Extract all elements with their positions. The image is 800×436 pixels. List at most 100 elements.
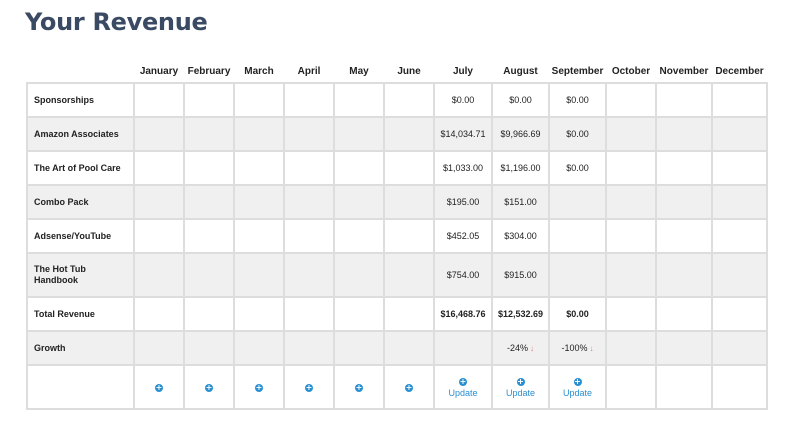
revenue-cell[interactable] <box>548 252 607 298</box>
revenue-cell[interactable] <box>233 184 285 220</box>
revenue-cell[interactable] <box>605 82 657 118</box>
revenue-cell[interactable] <box>605 296 657 332</box>
revenue-cell[interactable] <box>133 150 185 186</box>
revenue-cell[interactable]: $1,033.00 <box>433 150 493 186</box>
revenue-cell[interactable] <box>711 218 768 254</box>
revenue-cell[interactable] <box>605 330 657 366</box>
revenue-cell[interactable] <box>283 330 335 366</box>
revenue-cell[interactable] <box>333 184 385 220</box>
revenue-cell[interactable] <box>233 296 285 332</box>
revenue-cell[interactable] <box>133 218 185 254</box>
update-button[interactable]: + Update <box>439 376 487 399</box>
revenue-cell[interactable]: $1,196.00 <box>491 150 550 186</box>
revenue-cell[interactable] <box>133 296 185 332</box>
revenue-cell[interactable] <box>283 296 335 332</box>
revenue-cell[interactable] <box>383 252 435 298</box>
revenue-cell[interactable] <box>283 82 335 118</box>
revenue-cell[interactable] <box>655 252 713 298</box>
revenue-cell[interactable] <box>711 330 768 366</box>
revenue-cell[interactable] <box>605 116 657 152</box>
revenue-cell[interactable] <box>183 218 235 254</box>
add-entry-button[interactable]: + <box>205 382 213 392</box>
revenue-cell[interactable]: -100% ↓ <box>548 330 607 366</box>
revenue-cell[interactable] <box>711 296 768 332</box>
add-entry-button[interactable]: + <box>255 382 263 392</box>
revenue-cell[interactable]: $0.00 <box>491 82 550 118</box>
revenue-cell[interactable]: $452.05 <box>433 218 493 254</box>
revenue-cell[interactable] <box>548 218 607 254</box>
revenue-cell[interactable] <box>333 330 385 366</box>
revenue-cell[interactable] <box>233 252 285 298</box>
revenue-cell[interactable] <box>711 184 768 220</box>
revenue-cell[interactable] <box>655 218 713 254</box>
revenue-cell[interactable]: -24% ↓ <box>491 330 550 366</box>
revenue-cell[interactable]: $12,532.69 <box>491 296 550 332</box>
add-entry-button[interactable]: + <box>155 382 163 392</box>
revenue-cell[interactable] <box>605 150 657 186</box>
revenue-cell[interactable] <box>283 116 335 152</box>
revenue-cell[interactable] <box>383 184 435 220</box>
revenue-cell[interactable] <box>605 184 657 220</box>
revenue-cell[interactable] <box>183 330 235 366</box>
revenue-cell[interactable] <box>133 116 185 152</box>
revenue-cell[interactable]: $0.00 <box>433 82 493 118</box>
revenue-cell[interactable] <box>655 150 713 186</box>
revenue-cell[interactable]: $151.00 <box>491 184 550 220</box>
revenue-cell[interactable] <box>183 150 235 186</box>
revenue-cell[interactable] <box>383 150 435 186</box>
revenue-cell[interactable]: $195.00 <box>433 184 493 220</box>
add-entry-button[interactable]: + <box>305 382 313 392</box>
revenue-cell[interactable] <box>183 184 235 220</box>
revenue-cell[interactable] <box>333 296 385 332</box>
revenue-cell[interactable] <box>333 218 385 254</box>
revenue-cell[interactable] <box>233 116 285 152</box>
revenue-cell[interactable] <box>283 150 335 186</box>
revenue-cell[interactable] <box>233 150 285 186</box>
revenue-cell[interactable] <box>133 82 185 118</box>
revenue-cell[interactable] <box>383 330 435 366</box>
update-button[interactable]: + Update <box>554 376 601 399</box>
revenue-cell[interactable] <box>605 252 657 298</box>
revenue-cell[interactable] <box>133 252 185 298</box>
update-button[interactable]: + Update <box>497 376 544 399</box>
revenue-cell[interactable] <box>183 82 235 118</box>
revenue-cell[interactable] <box>383 218 435 254</box>
revenue-cell[interactable] <box>283 252 335 298</box>
revenue-cell[interactable] <box>605 218 657 254</box>
revenue-cell[interactable] <box>333 82 385 118</box>
revenue-cell[interactable]: $14,034.71 <box>433 116 493 152</box>
revenue-cell[interactable] <box>433 330 493 366</box>
revenue-cell[interactable] <box>655 82 713 118</box>
revenue-cell[interactable] <box>183 296 235 332</box>
revenue-cell[interactable] <box>711 82 768 118</box>
add-entry-button[interactable]: + <box>355 382 363 392</box>
revenue-cell[interactable] <box>383 82 435 118</box>
revenue-cell[interactable] <box>133 330 185 366</box>
revenue-cell[interactable] <box>333 252 385 298</box>
revenue-cell[interactable]: $304.00 <box>491 218 550 254</box>
revenue-cell[interactable] <box>711 116 768 152</box>
revenue-cell[interactable]: $0.00 <box>548 116 607 152</box>
revenue-cell[interactable] <box>383 116 435 152</box>
revenue-cell[interactable]: $0.00 <box>548 150 607 186</box>
revenue-cell[interactable]: $9,966.69 <box>491 116 550 152</box>
revenue-cell[interactable] <box>655 330 713 366</box>
revenue-cell[interactable] <box>333 116 385 152</box>
revenue-cell[interactable] <box>133 184 185 220</box>
revenue-cell[interactable] <box>655 184 713 220</box>
revenue-cell[interactable]: $0.00 <box>548 82 607 118</box>
revenue-cell[interactable] <box>233 218 285 254</box>
revenue-cell[interactable] <box>711 252 768 298</box>
revenue-cell[interactable] <box>383 296 435 332</box>
revenue-cell[interactable] <box>233 330 285 366</box>
revenue-cell[interactable] <box>233 82 285 118</box>
revenue-cell[interactable] <box>283 184 335 220</box>
revenue-cell[interactable] <box>183 252 235 298</box>
revenue-cell[interactable] <box>655 116 713 152</box>
revenue-cell[interactable]: $0.00 <box>548 296 607 332</box>
revenue-cell[interactable] <box>655 296 713 332</box>
revenue-cell[interactable] <box>183 116 235 152</box>
revenue-cell[interactable] <box>283 218 335 254</box>
revenue-cell[interactable]: $754.00 <box>433 252 493 298</box>
revenue-cell[interactable] <box>548 184 607 220</box>
